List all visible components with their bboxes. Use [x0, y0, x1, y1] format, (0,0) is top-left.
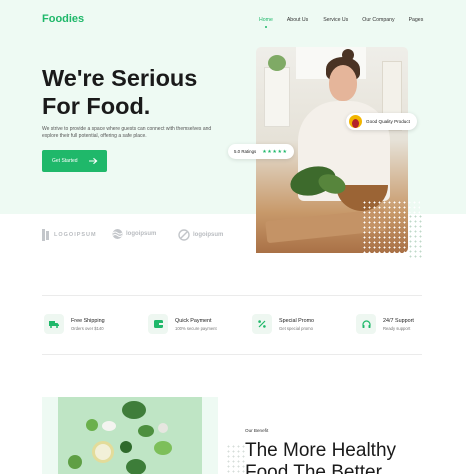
decorative-dot-grid [408, 214, 422, 258]
feature-subtitle: 100% secure payment [175, 325, 217, 331]
feature-title: Free Shipping [71, 317, 105, 324]
divider-bottom [42, 354, 422, 355]
nav-item-label: Service Us [323, 17, 349, 23]
product-avatar-icon [349, 115, 362, 128]
truck-icon [44, 314, 64, 334]
partner-logo-3: logoipsum [178, 229, 223, 241]
photo-plant [268, 55, 286, 71]
landing-page: Foodies Home About Us Service Us Our Com… [0, 0, 466, 474]
partner-name: logoipsum [126, 231, 157, 237]
arrow-right-icon [89, 157, 98, 165]
benefit-eyebrow: Our Benefit [245, 428, 269, 433]
circle-slash-logo-icon [178, 229, 190, 241]
photo-pea [86, 419, 98, 431]
hero-subtext: We strive to provide a space where guest… [42, 126, 212, 139]
photo-pea [68, 455, 82, 469]
feature-special-promo: Special Promo Get special promo [252, 314, 314, 334]
decorative-dot-grid [226, 444, 246, 474]
nav-item-service-us[interactable]: Service Us [323, 17, 348, 23]
quality-badge-label: Good Quality Product [366, 119, 410, 124]
feature-title: 24/7 Support [383, 317, 414, 324]
photo-shelf [264, 67, 290, 127]
feature-subtitle: Orders over $140 [71, 325, 104, 331]
ratings-badge: 5.0 Ratings ★★★★★ [228, 144, 294, 159]
feature-subtitle: Ready support [383, 325, 411, 331]
feature-title: Quick Payment [175, 317, 212, 324]
feature-title: Special Promo [279, 317, 315, 324]
nav-item-home[interactable]: Home [259, 17, 273, 28]
nav-item-label: About Us [286, 17, 309, 23]
nav-item-label: Our Company [362, 17, 395, 23]
brand-logo[interactable]: Foodies [42, 13, 84, 25]
nav-item-label: Pages [408, 17, 424, 23]
quality-badge: Good Quality Product [346, 113, 417, 130]
get-started-button[interactable]: Get Started [42, 150, 107, 172]
feature-subtitle: Get special promo [279, 325, 313, 331]
headset-icon [356, 314, 376, 334]
nav-item-pages[interactable]: Pages [409, 17, 424, 23]
partner-logo-2: logoipsum [112, 229, 156, 239]
partner-logo-1: LOGOIPSUM [42, 229, 97, 241]
divider-top [42, 295, 422, 296]
photo-person-bun [342, 49, 354, 61]
wallet-icon [148, 314, 168, 334]
nav-item-our-company[interactable]: Our Company [362, 17, 394, 23]
percent-icon [252, 314, 272, 334]
partner-name: logoipsum [193, 232, 224, 238]
stack-logo-icon [42, 229, 49, 241]
feature-support: 24/7 Support Ready support [356, 314, 414, 334]
photo-herb [120, 441, 132, 453]
headline-line-1: We're Serious [42, 65, 198, 91]
hero-headline: We're Serious For Food. [42, 64, 242, 120]
photo-leaf [154, 441, 172, 455]
feature-free-shipping: Free Shipping Orders over $140 [44, 314, 105, 334]
nav-item-label: Home [259, 17, 273, 23]
photo-broccoli [122, 401, 146, 419]
photo-leaf [138, 425, 154, 437]
photo-slice [102, 421, 116, 431]
benefit-title: The More Healthy Food The Better [245, 440, 445, 474]
benefit-title-line-1: The More Healthy [245, 440, 397, 461]
photo-person-face [329, 65, 357, 101]
nav-item-about-us[interactable]: About Us [287, 17, 308, 23]
star-rating-icon: ★★★★★ [262, 148, 288, 155]
benefit-title-line-2: Food The Better [245, 462, 382, 474]
ratings-label: 5.0 Ratings [234, 149, 257, 154]
main-nav: Home About Us Service Us Our Company Pag… [259, 17, 424, 28]
headline-line-2: For Food. [42, 93, 151, 119]
photo-slice [158, 423, 168, 433]
feature-quick-payment: Quick Payment 100% secure payment [148, 314, 217, 334]
active-indicator-dot [264, 26, 267, 28]
photo-lemon-slice [92, 441, 114, 463]
healthy-food-photo [58, 397, 202, 474]
get-started-label: Get Started [52, 158, 78, 164]
partner-name: LOGOIPSUM [54, 232, 97, 238]
photo-broccoli [126, 459, 146, 474]
wave-logo-icon [112, 229, 123, 239]
